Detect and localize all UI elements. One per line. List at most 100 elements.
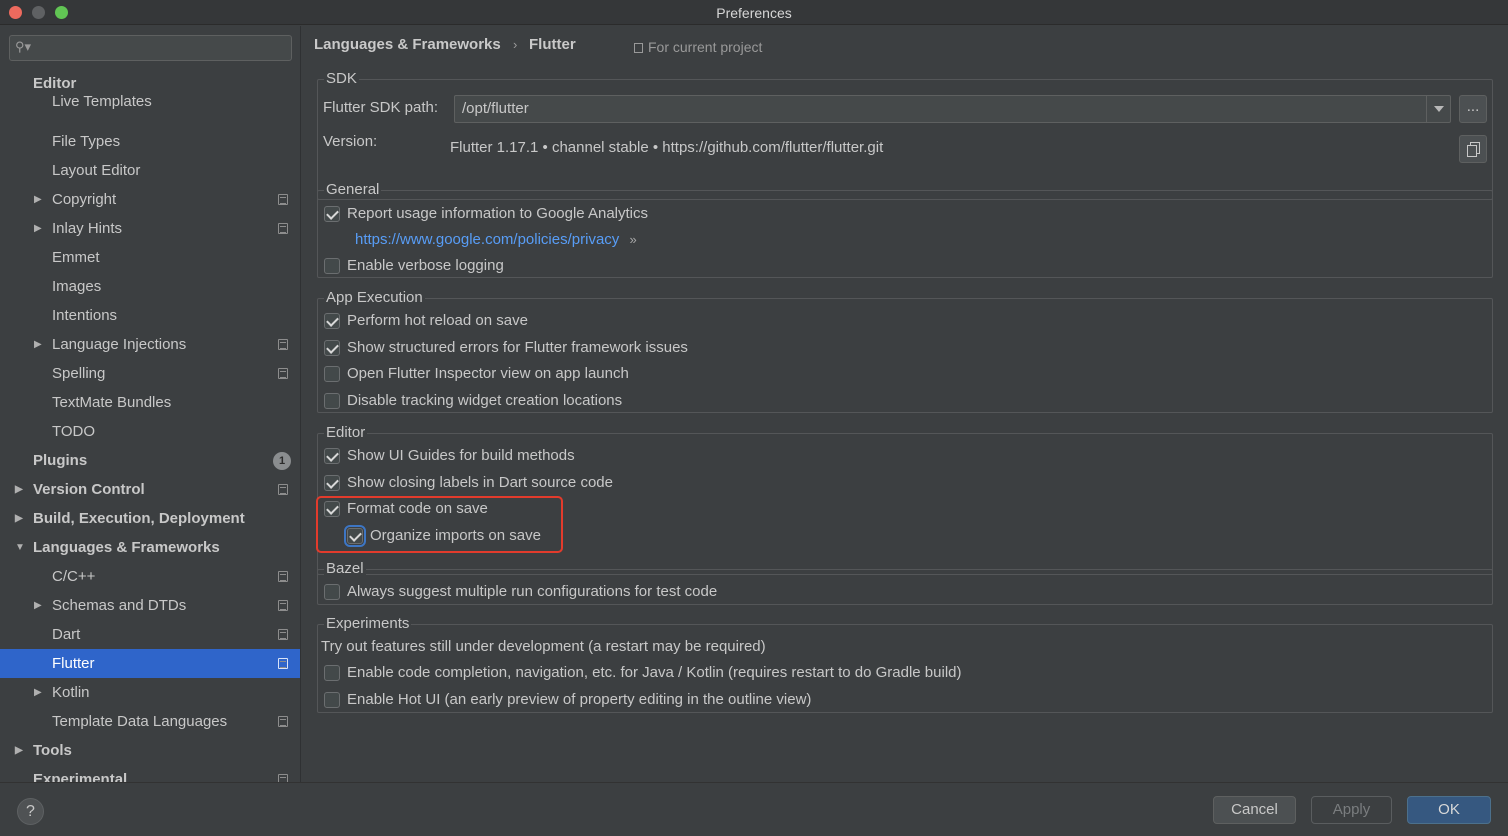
- collapsed-arrow-icon[interactable]: ▶: [15, 736, 23, 765]
- collapsed-arrow-icon[interactable]: ▶: [34, 185, 42, 214]
- sidebar-item-label: Spelling: [52, 365, 106, 382]
- collapsed-arrow-icon[interactable]: ▶: [15, 475, 23, 504]
- sidebar-item-tools[interactable]: ▶ Tools: [0, 736, 300, 765]
- enable-code-completion-navigation-etc-for-java-kotlin-requires-restart-to-do-gradle-build-option[interactable]: Enable code completion, navigation, etc.…: [324, 662, 962, 684]
- perform-hot-reload-on-save-checkbox[interactable]: [324, 313, 340, 329]
- breadcrumb-parent[interactable]: Languages & Frameworks: [314, 36, 501, 53]
- project-scope-icon: [278, 716, 288, 727]
- disable-tracking-widget-creation-locations-label: Disable tracking widget creation locatio…: [347, 392, 623, 410]
- sidebar-item-template-data-languages[interactable]: Template Data Languages: [0, 707, 300, 736]
- sidebar-item-label: Language Injections: [52, 336, 187, 353]
- verbose-logging-checkbox[interactable]: [324, 258, 340, 274]
- project-scope-icon: [278, 484, 288, 495]
- sidebar-item-label: Schemas and DTDs: [52, 597, 187, 614]
- sidebar-item-emmet[interactable]: Emmet: [0, 243, 300, 272]
- sidebar-item-inlay-hints[interactable]: ▶ Inlay Hints: [0, 214, 300, 243]
- sidebar-item-label: Emmet: [52, 249, 100, 266]
- sdk-path-dropdown-button[interactable]: [1426, 95, 1450, 123]
- report-usage-checkbox[interactable]: [324, 206, 340, 222]
- help-button[interactable]: ?: [17, 798, 44, 825]
- show-closing-labels-in-dart-source-code-checkbox[interactable]: [324, 474, 340, 491]
- report-usage-option[interactable]: Report usage information to Google Analy…: [324, 203, 648, 225]
- disable-tracking-widget-creation-locations-checkbox[interactable]: [324, 393, 340, 410]
- privacy-policy-link[interactable]: https://www.google.com/policies/privacy: [355, 231, 619, 248]
- general-group: General Report usage information to Goog…: [317, 181, 1493, 278]
- collapsed-arrow-icon[interactable]: ▶: [15, 504, 23, 533]
- sidebar-item-label: Tools: [33, 742, 72, 759]
- sidebar-item-label: Dart: [52, 626, 81, 643]
- breadcrumb-current: Flutter: [529, 36, 576, 53]
- sidebar-item-label: Live Templates: [52, 93, 152, 110]
- sdk-group-title: SDK: [324, 70, 359, 87]
- cancel-button[interactable]: Cancel: [1213, 796, 1296, 824]
- sidebar-item-kotlin[interactable]: ▶ Kotlin: [0, 678, 300, 707]
- sidebar-item-live-templates[interactable]: Live Templates: [0, 87, 300, 116]
- open-flutter-inspector-view-on-app-launch-option[interactable]: Open Flutter Inspector view on app launc…: [324, 363, 629, 385]
- app-execution-group-title: App Execution: [324, 289, 425, 306]
- copy-version-button[interactable]: [1459, 135, 1487, 163]
- always-suggest-multiple-run-configurations-for-test-code-option[interactable]: Always suggest multiple run configuratio…: [324, 581, 717, 603]
- expanded-arrow-icon[interactable]: ▼: [15, 533, 25, 562]
- always-suggest-multiple-run-configurations-for-test-code-label: Always suggest multiple run configuratio…: [347, 583, 718, 600]
- show-ui-guides-for-build-methods-label: Show UI Guides for build methods: [347, 447, 575, 464]
- sidebar-item-languages-frameworks[interactable]: ▼ Languages & Frameworks: [0, 533, 300, 562]
- flutter-settings-panel: Languages & Frameworks › Flutter For cur…: [302, 26, 1508, 782]
- app-execution-group: App Execution Perform hot reload on save…: [317, 289, 1493, 413]
- open-flutter-inspector-view-on-app-launch-label: Open Flutter Inspector view on app launc…: [347, 365, 629, 383]
- plugins-update-badge: 1: [273, 452, 291, 470]
- sidebar-item-layout-editor[interactable]: Layout Editor: [0, 156, 300, 185]
- bazel-group-title: Bazel: [324, 560, 366, 577]
- settings-search-input[interactable]: ⚲▾: [9, 35, 292, 61]
- sidebar-item-label: Layout Editor: [52, 162, 141, 179]
- enable-hot-ui-an-early-preview-of-property-editing-in-the-outline-view-checkbox[interactable]: [324, 691, 340, 708]
- sidebar-item-plugins[interactable]: Plugins 1: [0, 446, 300, 475]
- sidebar-item-spelling[interactable]: Spelling: [0, 359, 300, 388]
- project-scope-icon: [278, 658, 288, 669]
- always-suggest-multiple-run-configurations-for-test-code-checkbox[interactable]: [324, 584, 340, 600]
- sidebar-item-label: TextMate Bundles: [52, 394, 172, 411]
- sidebar-item-c-c[interactable]: C/C++: [0, 562, 300, 591]
- sidebar-item-language-injections[interactable]: ▶ Language Injections: [0, 330, 300, 359]
- sidebar-item-textmate-bundles[interactable]: TextMate Bundles: [0, 388, 300, 417]
- enable-hot-ui-an-early-preview-of-property-editing-in-the-outline-view-option[interactable]: Enable Hot UI (an early preview of prope…: [324, 689, 811, 711]
- collapsed-arrow-icon[interactable]: ▶: [34, 330, 42, 359]
- sidebar-item-version-control[interactable]: ▶ Version Control: [0, 475, 300, 504]
- sidebar-item-schemas-and-dtds[interactable]: ▶ Schemas and DTDs: [0, 591, 300, 620]
- perform-hot-reload-on-save-option[interactable]: Perform hot reload on save: [324, 310, 528, 332]
- sidebar-item-images[interactable]: Images: [0, 272, 300, 301]
- enable-hot-ui-an-early-preview-of-property-editing-in-the-outline-view-label: Enable Hot UI (an early preview of prope…: [347, 690, 812, 708]
- sidebar-item-intentions[interactable]: Intentions: [0, 301, 300, 330]
- sidebar-item-copyright[interactable]: ▶ Copyright: [0, 185, 300, 214]
- sdk-group: SDK Flutter SDK path: /opt/flutter ... V…: [317, 70, 1493, 200]
- sidebar-item-build-execution-deployment[interactable]: ▶ Build, Execution, Deployment: [0, 504, 300, 533]
- collapsed-arrow-icon[interactable]: ▶: [34, 214, 42, 243]
- show-closing-labels-in-dart-source-code-label: Show closing labels in Dart source code: [347, 473, 613, 491]
- open-flutter-inspector-view-on-app-launch-checkbox[interactable]: [324, 366, 340, 383]
- verbose-logging-option[interactable]: Enable verbose logging: [324, 255, 504, 277]
- sidebar-item-dart[interactable]: Dart: [0, 620, 300, 649]
- show-ui-guides-for-build-methods-checkbox[interactable]: [324, 448, 340, 464]
- sdk-path-input[interactable]: /opt/flutter: [454, 95, 1451, 123]
- collapsed-arrow-icon[interactable]: ▶: [34, 678, 42, 707]
- scope-text: For current project: [648, 39, 763, 55]
- collapsed-arrow-icon[interactable]: ▶: [34, 591, 42, 620]
- scope-label: For current project: [634, 39, 762, 55]
- sidebar-item-todo[interactable]: TODO: [0, 417, 300, 446]
- ok-button[interactable]: OK: [1407, 796, 1491, 824]
- browse-sdk-button[interactable]: ...: [1459, 95, 1487, 123]
- sidebar-item-label: C/C++: [52, 568, 96, 585]
- show-structured-errors-for-flutter-framework-issues-option[interactable]: Show structured errors for Flutter frame…: [324, 337, 688, 359]
- sidebar-item-experimental[interactable]: Experimental: [0, 765, 300, 782]
- disable-tracking-widget-creation-locations-option[interactable]: Disable tracking widget creation locatio…: [324, 390, 622, 412]
- sidebar-item-file-types[interactable]: File Types: [0, 127, 300, 156]
- show-closing-labels-in-dart-source-code-option[interactable]: Show closing labels in Dart source code: [324, 472, 613, 494]
- show-ui-guides-for-build-methods-option[interactable]: Show UI Guides for build methods: [324, 445, 575, 467]
- project-scope-icon: [634, 43, 643, 53]
- experiments-note: Try out features still under development…: [321, 638, 766, 655]
- verbose-logging-label: Enable verbose logging: [347, 257, 504, 274]
- apply-button[interactable]: Apply: [1311, 796, 1392, 824]
- sidebar-item-label: Version Control: [33, 481, 145, 498]
- enable-code-completion-navigation-etc-for-java-kotlin-requires-restart-to-do-gradle-build-checkbox[interactable]: [324, 665, 340, 681]
- sidebar-item-flutter[interactable]: Flutter: [0, 649, 300, 678]
- show-structured-errors-for-flutter-framework-issues-checkbox[interactable]: [324, 339, 340, 356]
